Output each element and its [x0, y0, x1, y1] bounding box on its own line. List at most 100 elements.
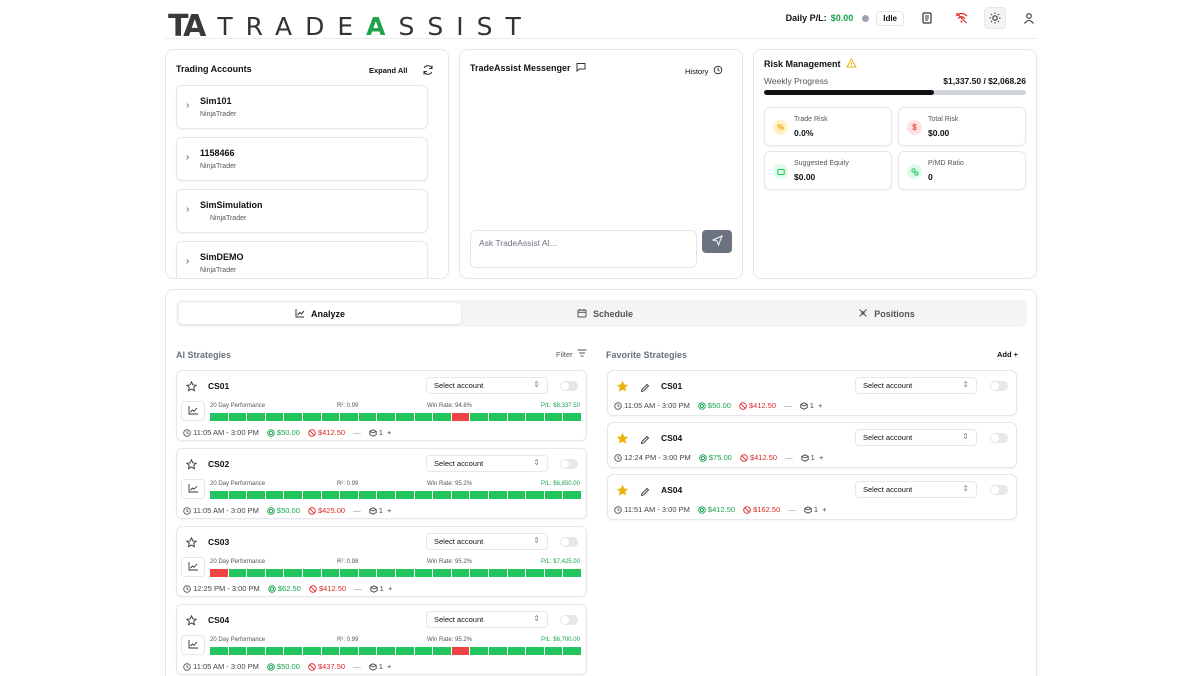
favorite-star-icon[interactable]	[185, 457, 198, 475]
win-day-bar	[544, 413, 563, 421]
strategy-toggle[interactable]	[560, 459, 578, 469]
favorite-star-icon[interactable]	[185, 535, 198, 553]
account-item[interactable]: › SimSimulation NinjaTrader	[176, 189, 428, 233]
win-day-bar	[377, 491, 395, 499]
favorite-star-icon[interactable]	[185, 613, 198, 631]
increment-button[interactable]: +	[387, 428, 391, 437]
win-day-bar	[228, 647, 247, 655]
decrement-button[interactable]: —	[354, 584, 362, 593]
win-day-bar	[507, 413, 526, 421]
edit-icon[interactable]	[640, 484, 650, 502]
tab-positions[interactable]: Positions	[749, 303, 1024, 324]
strategy-meta: 11:05 AM - 3:00 PM $50.00 $412.50 — 1 +	[183, 428, 391, 437]
increment-button[interactable]: +	[387, 506, 391, 515]
decrement-button[interactable]: —	[785, 453, 793, 462]
increment-button[interactable]: +	[387, 662, 391, 671]
account-select-label: Select account	[434, 537, 484, 546]
suggested-equity-tile: Suggested Equity $0.00	[764, 151, 892, 190]
win-day-bar	[228, 413, 247, 421]
increment-button[interactable]: +	[818, 401, 822, 410]
decrement-button[interactable]: —	[353, 662, 361, 671]
ratio-icon	[907, 164, 922, 179]
increment-button[interactable]: +	[388, 584, 392, 593]
win-day-bar	[544, 491, 563, 499]
filter-button[interactable]: Filter	[556, 349, 587, 359]
win-day-bar	[526, 491, 544, 499]
decrement-button[interactable]: —	[353, 506, 361, 515]
account-item[interactable]: › Sim101 NinjaTrader	[176, 85, 428, 129]
account-select[interactable]: Select account ⇕	[426, 611, 548, 628]
loss-day-bar	[210, 569, 228, 577]
win-day-bar	[488, 413, 507, 421]
main-tabs: Analyze Schedule Positions	[176, 300, 1027, 327]
decrement-button[interactable]: —	[353, 428, 361, 437]
chevron-updown-icon: ⇕	[962, 380, 969, 389]
favorite-star-icon[interactable]	[616, 483, 629, 501]
r-squared: R²: 0.99	[337, 403, 359, 409]
strategy-toggle[interactable]	[990, 485, 1008, 495]
decrement-button[interactable]: —	[784, 401, 792, 410]
account-item[interactable]: › 1158466 NinjaTrader	[176, 137, 428, 181]
strategy-time: 11:05 AM - 3:00 PM	[193, 428, 259, 437]
history-button[interactable]: History	[685, 65, 723, 77]
messenger-input[interactable]: Ask TradeAssist AI...	[470, 230, 697, 268]
chart-button[interactable]	[181, 635, 205, 655]
user-icon[interactable]	[1018, 7, 1040, 29]
send-button[interactable]	[702, 230, 732, 253]
win-day-bar	[544, 569, 563, 577]
tile-label: Trade Risk	[794, 116, 828, 123]
win-day-bar	[358, 647, 377, 655]
chart-button[interactable]	[181, 557, 205, 577]
account-select[interactable]: Select account ⇕	[855, 429, 977, 446]
weekly-progress-bar	[764, 90, 1026, 95]
account-select[interactable]: Select account ⇕	[426, 455, 548, 472]
strategy-toggle[interactable]	[560, 537, 578, 547]
send-icon	[710, 233, 723, 251]
app-root: TA TRADEASSIST Daily P/L: $0.00 Idle Tra…	[0, 0, 1200, 676]
favorite-star-icon[interactable]	[616, 431, 629, 449]
decrement-button[interactable]: —	[788, 505, 796, 514]
favorite-star-icon[interactable]	[185, 379, 198, 397]
trend-chart-icon	[188, 558, 199, 576]
sun-icon[interactable]	[984, 7, 1006, 29]
account-select[interactable]: Select account ⇕	[855, 481, 977, 498]
strategy-toggle[interactable]	[990, 381, 1008, 391]
contracts-icon	[804, 505, 812, 514]
target-icon	[698, 401, 706, 410]
chart-button[interactable]	[181, 401, 205, 421]
chart-button[interactable]	[181, 479, 205, 499]
chevron-right-icon: ›	[186, 152, 190, 163]
account-item[interactable]: › SimDEMO NinjaTrader	[176, 241, 428, 278]
increment-button[interactable]: +	[822, 505, 826, 514]
strategy-loss: $412.50	[318, 584, 347, 593]
strategy-profit: $50.00	[276, 506, 300, 515]
win-day-bar	[321, 491, 340, 499]
edit-icon[interactable]	[640, 380, 650, 398]
increment-button[interactable]: +	[819, 453, 823, 462]
strategy-toggle[interactable]	[560, 615, 578, 625]
strategy-toggle[interactable]	[560, 381, 578, 391]
wifi-off-icon[interactable]	[950, 7, 972, 29]
strategy-pl: P/L: $7,425.00	[540, 559, 580, 565]
tab-schedule[interactable]: Schedule	[464, 303, 746, 324]
favorite-strategies-title: Favorite Strategies	[606, 350, 688, 360]
strategy-meta: 11:05 AM - 3:00 PM $50.00 $425.00 — 1 +	[183, 506, 391, 515]
journal-icon[interactable]	[916, 7, 938, 29]
expand-all-button[interactable]: Expand All	[369, 66, 407, 75]
target-icon	[267, 506, 275, 515]
strategy-toggle[interactable]	[990, 433, 1008, 443]
edit-icon[interactable]	[640, 432, 650, 450]
refresh-icon[interactable]	[422, 63, 434, 81]
strategy-time: 11:05 AM - 3:00 PM	[193, 662, 259, 671]
account-name: Sim101	[200, 96, 232, 106]
account-select[interactable]: Select account ⇕	[426, 533, 548, 550]
account-select[interactable]: Select account ⇕	[426, 377, 548, 394]
win-day-bar	[414, 569, 433, 577]
add-favorite-button[interactable]: Add +	[997, 350, 1018, 359]
tab-analyze[interactable]: Analyze	[179, 303, 461, 324]
tile-label: Suggested Equity	[794, 160, 849, 167]
chevron-updown-icon: ⇕	[533, 614, 540, 623]
favorite-star-icon[interactable]	[616, 379, 629, 397]
account-select[interactable]: Select account ⇕	[855, 377, 977, 394]
win-day-bar	[507, 569, 526, 577]
